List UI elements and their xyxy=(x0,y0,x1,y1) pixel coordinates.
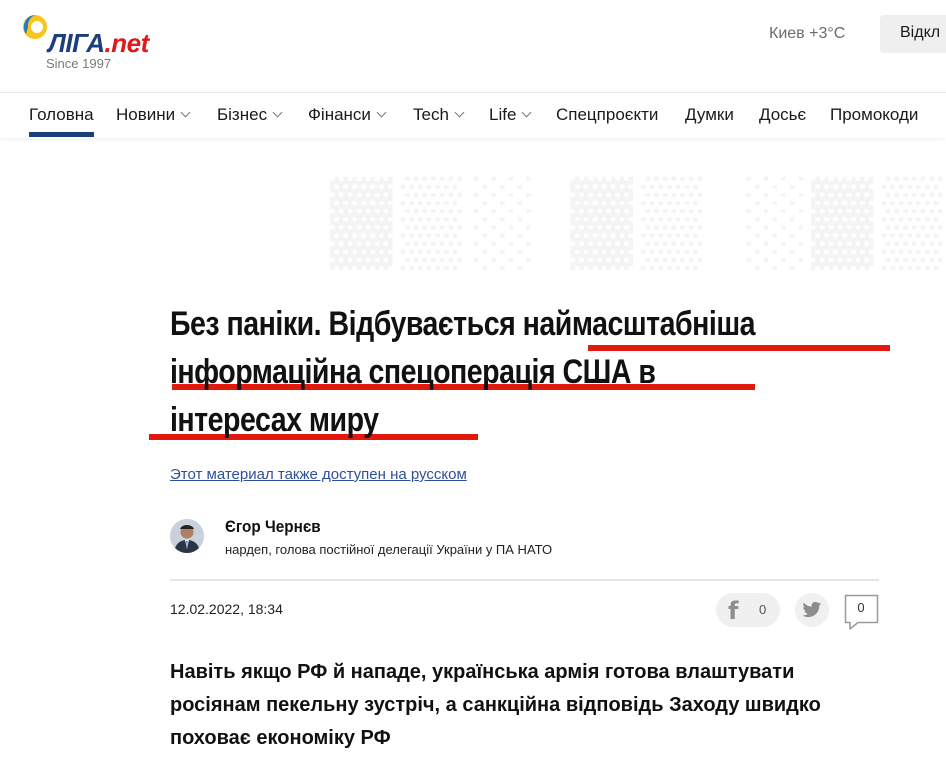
nav-item-business[interactable]: Бізнес xyxy=(217,105,283,135)
twitter-share-button[interactable] xyxy=(795,593,829,627)
chevron-down-icon xyxy=(272,107,283,118)
facebook-icon: f xyxy=(728,597,739,625)
open-button[interactable]: Відкл xyxy=(880,15,946,53)
author-avatar[interactable] xyxy=(170,519,204,553)
logo-wordmark: ЛІГА.net xyxy=(48,28,149,58)
russian-version-link[interactable]: Этот материал также доступен на русском xyxy=(170,466,467,483)
site-logo[interactable]: ЛІГА.net Since 1997 xyxy=(20,12,180,72)
chevron-down-icon xyxy=(454,107,465,118)
nav-item-news[interactable]: Новини xyxy=(116,105,191,135)
nav-item-tech[interactable]: Tech xyxy=(413,105,465,135)
nav-item-special-projects[interactable]: Спецпроєкти xyxy=(556,105,658,135)
publish-date: 12.02.2022, 18:34 xyxy=(170,601,283,617)
nav-item-opinions[interactable]: Думки xyxy=(685,105,734,135)
divider xyxy=(170,579,879,581)
site-header: ЛІГА.net Since 1997 Киев +3°C Відкл xyxy=(0,0,946,92)
article-lead: Навіть якщо РФ й нападе, українська армі… xyxy=(170,661,821,749)
comments-count: 0 xyxy=(857,600,865,615)
nav-item-home[interactable]: Головна xyxy=(29,105,94,137)
nav-item-finance[interactable]: Фінанси xyxy=(308,105,387,135)
logo-globe-icon xyxy=(23,15,47,39)
nav-item-promocodes[interactable]: Промокоди xyxy=(830,105,918,135)
main-nav: Головна Новини Бізнес Фінанси Tech Life … xyxy=(0,92,946,138)
weather-widget[interactable]: Киев +3°C xyxy=(769,25,845,43)
logo-since: Since 1997 xyxy=(46,56,112,71)
twitter-icon xyxy=(802,601,822,618)
facebook-share-count: 0 xyxy=(759,602,767,617)
comments-button[interactable]: 0 xyxy=(844,594,879,630)
author-name[interactable]: Єгор Чернєв xyxy=(225,517,321,537)
facebook-share-button[interactable]: f 0 xyxy=(716,593,780,627)
chevron-down-icon xyxy=(376,107,387,118)
author-photo xyxy=(170,519,204,553)
decorative-banner-image: ▓▒░ ▓▒ ░▓▒ xyxy=(330,171,946,267)
chevron-down-icon xyxy=(521,107,532,118)
author-role: нардеп, голова постійної делегації Украї… xyxy=(225,542,553,557)
nav-item-dossier[interactable]: Досьє xyxy=(759,105,806,135)
article-title: Без паніки. Відбувається наймасштабніша … xyxy=(170,305,756,439)
nav-item-life[interactable]: Life xyxy=(489,105,532,135)
chevron-down-icon xyxy=(180,107,191,118)
